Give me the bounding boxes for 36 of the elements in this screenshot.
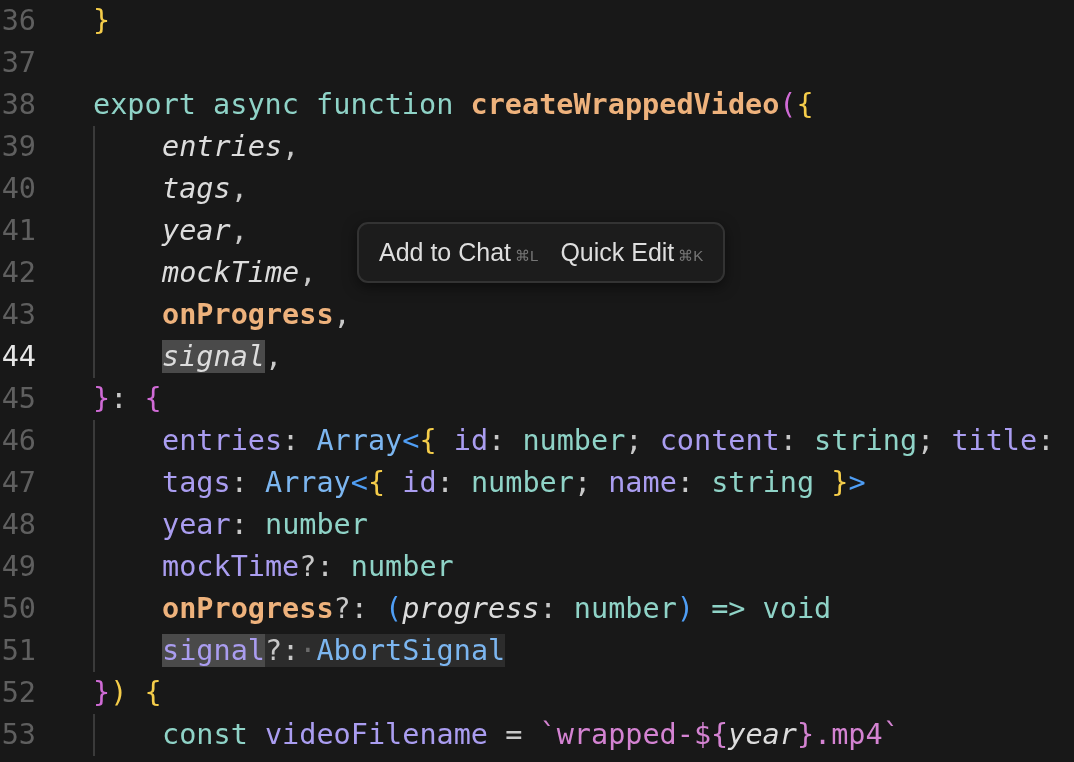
line-number: 48: [0, 507, 36, 543]
code-line: tags,: [162, 171, 248, 207]
code-line: tags: Array<{ id: number; name: string }>: [162, 465, 866, 501]
action-button[interactable]: Quick Edit ⌘K: [556, 232, 708, 273]
code-line: export async function createWrappedVideo({: [93, 87, 814, 123]
line-number: 53: [0, 717, 36, 753]
line-number: 44: [0, 339, 36, 375]
code-line: year,: [162, 213, 248, 249]
line-number: 50: [0, 591, 36, 627]
code-line: const videoFilename = `wrapped-${year}.mp4`: [162, 717, 900, 753]
line-number: 43: [0, 297, 36, 333]
code-line: }: [93, 3, 111, 39]
action-button[interactable]: Add to Chat ⌘L: [375, 232, 543, 273]
line-number: 47: [0, 465, 36, 501]
code-line: entries: Array<{ id: number; content: string; title:: [162, 423, 1055, 459]
code-line: entries,: [162, 129, 300, 165]
code-line: }) {: [93, 675, 162, 711]
line-number: 51: [0, 633, 36, 669]
code-line: onProgress,: [162, 297, 351, 333]
code-line: signal?:·AbortSignal: [162, 633, 506, 669]
line-number: 41: [0, 213, 36, 249]
line-number: 40: [0, 171, 36, 207]
code-line: year: number: [162, 507, 368, 543]
code-line: mockTime?: number: [162, 549, 454, 585]
line-number: 37: [0, 45, 36, 81]
code-line: }: {: [93, 381, 162, 417]
line-number: 36: [0, 3, 36, 39]
line-number: 46: [0, 423, 36, 459]
line-number: 45: [0, 381, 36, 417]
line-number: 39: [0, 129, 36, 165]
line-number: 42: [0, 255, 36, 291]
code-line: mockTime,: [162, 255, 317, 291]
line-number: 52: [0, 675, 36, 711]
line-number: 49: [0, 549, 36, 585]
code-line: onProgress?: (progress: number) => void: [162, 591, 832, 627]
line-number: 38: [0, 87, 36, 123]
